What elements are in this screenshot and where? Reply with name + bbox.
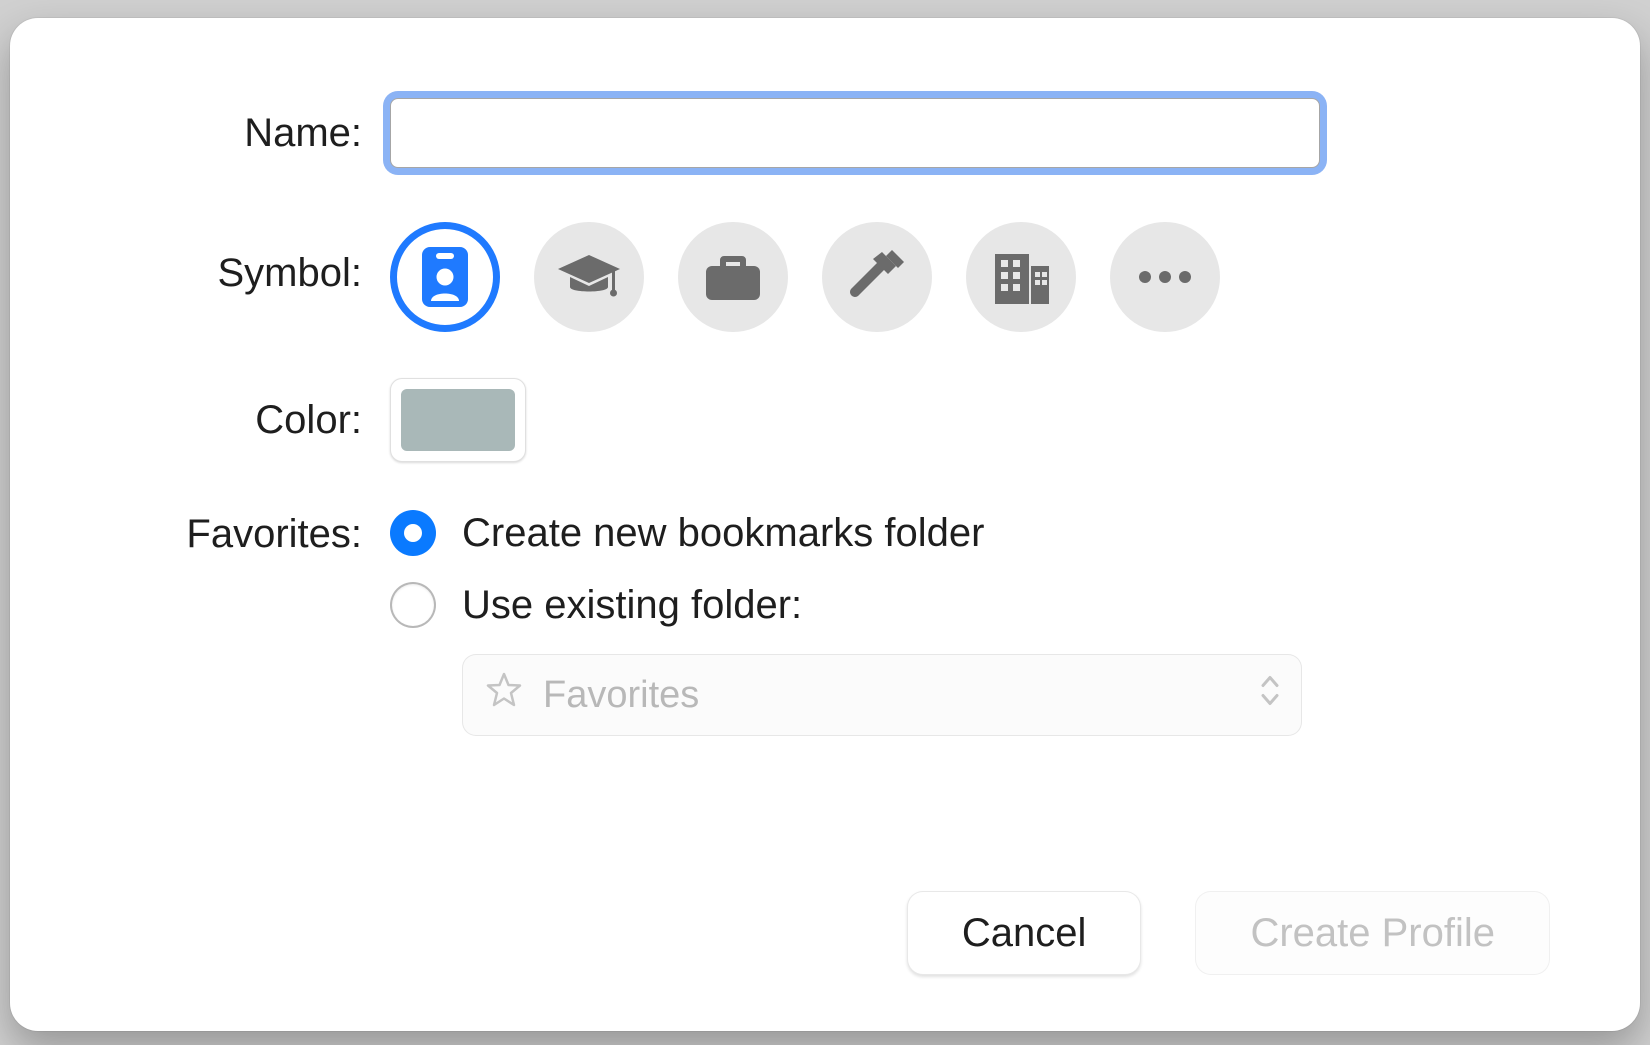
radio-unchecked-icon bbox=[390, 582, 436, 628]
symbol-option-hammer[interactable] bbox=[822, 222, 932, 332]
id-badge-icon bbox=[422, 247, 468, 307]
favorites-radio-create-new[interactable]: Create new bookmarks folder bbox=[390, 510, 1302, 556]
symbol-option-more[interactable] bbox=[1110, 222, 1220, 332]
color-swatch bbox=[401, 389, 515, 451]
favorites-radio-use-existing[interactable]: Use existing folder: bbox=[390, 582, 1302, 628]
cancel-button-label: Cancel bbox=[962, 911, 1087, 956]
name-row: Name: bbox=[100, 98, 1550, 168]
color-label: Color: bbox=[100, 398, 390, 442]
ellipsis-icon bbox=[1136, 270, 1194, 284]
hammer-icon bbox=[848, 248, 906, 306]
symbol-row: Symbol: bbox=[100, 214, 1550, 332]
create-profile-button: Create Profile bbox=[1195, 891, 1550, 975]
building-icon bbox=[991, 250, 1051, 304]
create-profile-button-label: Create Profile bbox=[1250, 911, 1495, 956]
symbol-group bbox=[390, 214, 1220, 332]
symbol-option-graduation[interactable] bbox=[534, 222, 644, 332]
graduation-cap-icon bbox=[556, 253, 622, 301]
dialog-button-row: Cancel Create Profile bbox=[907, 891, 1550, 975]
symbol-option-briefcase[interactable] bbox=[678, 222, 788, 332]
favorites-label: Favorites: bbox=[100, 508, 390, 556]
favorites-create-new-label: Create new bookmarks folder bbox=[462, 511, 984, 556]
color-picker-button[interactable] bbox=[390, 378, 526, 462]
color-row: Color: bbox=[100, 378, 1550, 462]
radio-checked-icon bbox=[390, 510, 436, 556]
favorites-options: Create new bookmarks folder Use existing… bbox=[390, 508, 1302, 736]
name-input[interactable] bbox=[390, 98, 1320, 168]
briefcase-icon bbox=[704, 252, 762, 302]
favorites-row: Favorites: Create new bookmarks folder U… bbox=[100, 508, 1550, 736]
existing-folder-select: Favorites bbox=[462, 654, 1302, 736]
name-label: Name: bbox=[100, 111, 390, 155]
cancel-button[interactable]: Cancel bbox=[907, 891, 1142, 975]
create-profile-dialog: Name: Symbol: bbox=[10, 18, 1640, 1031]
favorites-use-existing-label: Use existing folder: bbox=[462, 583, 802, 628]
symbol-option-building[interactable] bbox=[966, 222, 1076, 332]
star-icon bbox=[485, 671, 523, 719]
existing-folder-value: Favorites bbox=[543, 674, 699, 717]
symbol-option-badge[interactable] bbox=[390, 222, 500, 332]
chevron-up-down-icon bbox=[1259, 673, 1281, 718]
symbol-label: Symbol: bbox=[100, 251, 390, 295]
